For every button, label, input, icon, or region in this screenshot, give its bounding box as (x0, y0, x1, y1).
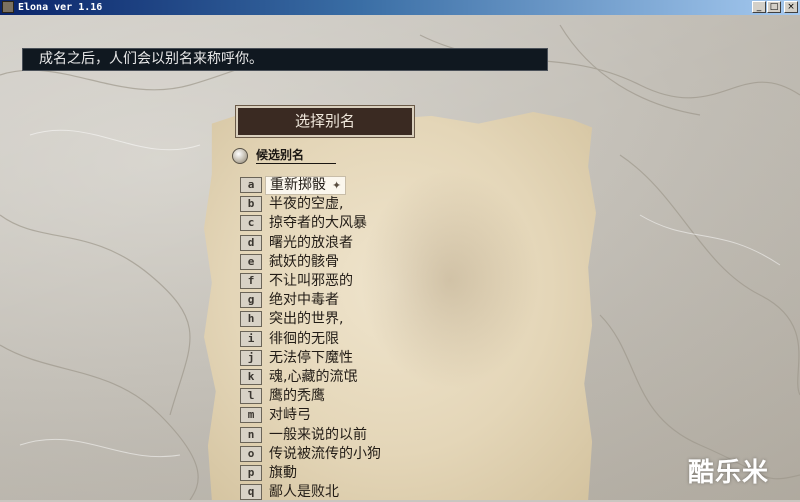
alias-label: 不让叫邪恶的 (269, 272, 353, 291)
alias-text: 无法停下魔性 (269, 349, 353, 366)
key-badge[interactable]: f (240, 273, 262, 289)
alias-text: 鹰的秃鹰 (269, 388, 325, 405)
window-title: Elona ver 1.16 (18, 2, 103, 13)
key-badge[interactable]: i (240, 330, 262, 347)
key-badge[interactable]: c (240, 215, 262, 232)
alias-option-q[interactable]: q 鄙人是败北 (240, 483, 440, 502)
alias-label: 重新掷骰 ✦ (265, 176, 347, 195)
alias-text: 鄙人是败北 (269, 484, 339, 501)
alias-text: 不让叫邪恶的 (269, 273, 353, 289)
alias-text: 曙光的放浪者 (269, 234, 353, 251)
key-badge[interactable]: q (240, 484, 262, 501)
alias-text: 半夜的空虚, (269, 196, 344, 213)
alias-option-j[interactable]: j 无法停下魔性 (240, 349, 440, 368)
alias-option-b[interactable]: b 半夜的空虚, (240, 195, 440, 214)
selection-arrow-icon: ✦ (332, 179, 342, 192)
alias-text: 掠夺者的大风暴 (269, 215, 367, 232)
minimize-button[interactable]: _ (752, 1, 766, 13)
alias-text: 绝对中毒者 (269, 292, 339, 309)
alias-label: 鹰的秃鹰 (269, 387, 325, 406)
alias-label: 对峙弓 (269, 406, 311, 425)
section-title: 候选别名 (256, 148, 336, 164)
alias-label: 徘徊的无限 (269, 330, 339, 349)
watermark-logo: 酷乐米 (688, 458, 770, 488)
alias-text: 重新掷骰 (270, 177, 326, 193)
alias-option-c[interactable]: c 掠夺者的大风暴 (240, 214, 440, 233)
maximize-button[interactable]: □ (767, 1, 781, 13)
alias-label: 旗動 (269, 464, 297, 483)
alias-label: 弑妖的骸骨 (269, 253, 339, 272)
alias-option-a[interactable]: a 重新掷骰 ✦ (240, 176, 440, 195)
alias-label: 掠夺者的大风暴 (269, 214, 367, 233)
alias-option-k[interactable]: k 魂,心藏的流氓 (240, 368, 440, 387)
app-icon (2, 1, 14, 13)
alias-option-h[interactable]: h 突出的世界, (240, 310, 440, 329)
key-badge[interactable]: e (240, 253, 262, 270)
alias-label: 绝对中毒者 (269, 291, 339, 310)
key-badge[interactable]: d (240, 234, 262, 251)
alias-label: 突出的世界, (269, 310, 343, 329)
alias-label: 半夜的空虚, (269, 195, 343, 214)
alias-option-f[interactable]: f 不让叫邪恶的 (240, 272, 440, 291)
key-badge[interactable]: n (240, 426, 262, 443)
alias-option-n[interactable]: n 一般来说的以前 (240, 426, 440, 445)
key-badge[interactable]: o (240, 445, 262, 462)
alias-text: 弑妖的骸骨 (269, 253, 339, 270)
alias-option-m[interactable]: m 对峙弓 (240, 406, 440, 425)
key-badge[interactable]: a (240, 177, 262, 193)
key-badge[interactable]: j (240, 349, 262, 366)
key-badge[interactable]: h (240, 311, 262, 328)
alias-option-l[interactable]: l 鹰的秃鹰 (240, 387, 440, 406)
dialog-header: 选择别名 (235, 105, 415, 138)
alias-text: 一般来说的以前 (269, 426, 367, 443)
alias-label: 曙光的放浪者 (269, 234, 353, 253)
section-orb-icon (232, 148, 248, 164)
alias-option-o[interactable]: o 传说被流传的小狗 (240, 445, 440, 464)
alias-option-i[interactable]: i 徘徊的无限 (240, 330, 440, 349)
alias-option-e[interactable]: e 弑妖的骸骨 (240, 253, 440, 272)
alias-text: 魂,心藏的流氓 (269, 369, 358, 385)
alias-text: 对峙弓 (269, 407, 311, 424)
alias-label: 无法停下魔性 (269, 349, 353, 368)
alias-option-g[interactable]: g 绝对中毒者 (240, 291, 440, 310)
key-badge[interactable]: k (240, 369, 262, 385)
alias-label: 鄙人是败北 (269, 483, 339, 502)
key-badge[interactable]: p (240, 465, 262, 481)
key-badge[interactable]: l (240, 388, 262, 405)
alias-option-p[interactable]: p 旗動 (240, 464, 440, 483)
key-badge[interactable]: b (240, 196, 262, 213)
key-badge[interactable]: m (240, 407, 262, 424)
alias-label: 传说被流传的小狗 (269, 445, 381, 464)
alias-text: 徘徊的无限 (269, 330, 339, 347)
alias-text: 突出的世界, (269, 311, 344, 328)
alias-label: 魂,心藏的流氓 (269, 368, 357, 387)
window-title-bar[interactable]: Elona ver 1.16 _ □ × (0, 0, 800, 15)
message-bar: 成名之后，人们会以别名来称呼你。 (22, 48, 548, 71)
alias-text: 旗動 (269, 465, 297, 481)
alias-option-d[interactable]: d 曙光的放浪者 (240, 234, 440, 253)
key-badge[interactable]: g (240, 292, 262, 309)
alias-text: 传说被流传的小狗 (269, 445, 381, 462)
close-button[interactable]: × (784, 1, 798, 13)
alias-label: 一般来说的以前 (269, 426, 367, 445)
